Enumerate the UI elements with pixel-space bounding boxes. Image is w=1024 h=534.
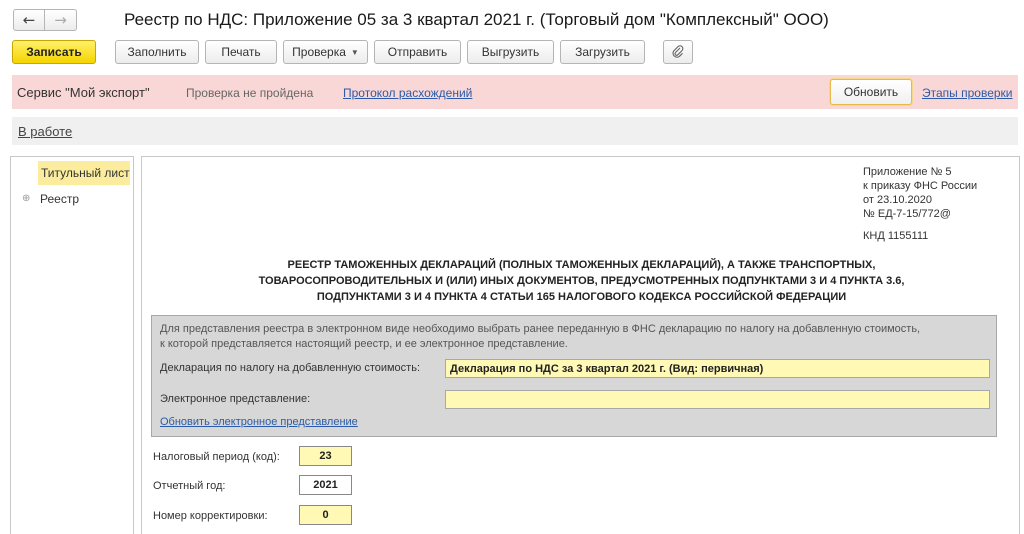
export-button[interactable]: Выгрузить [467, 40, 554, 64]
heading-line: ТОВАРОСОПРОВОДИТЕЛЬНЫХ И (ИЛИ) ИНЫХ ДОКУ… [258, 275, 905, 287]
expand-icon[interactable]: ⊕ [22, 193, 30, 204]
fill-button[interactable]: Заполнить [115, 40, 199, 64]
ref-line: к приказу ФНС России [863, 180, 978, 192]
forward-icon[interactable]: → [45, 9, 77, 31]
knd-code: КНД 1155111 [863, 230, 929, 242]
check-dropdown-button[interactable]: Проверка ▼ [283, 40, 368, 64]
print-button[interactable]: Печать [205, 40, 277, 64]
heading-line: ПОДПУНКТАМИ 3 И 4 ПУНКТА 4 СТАТЬИ 165 НА… [316, 291, 847, 303]
toolbar: Записать Заполнить Печать Проверка ▼ Отп… [0, 40, 1024, 68]
ref-line: от 23.10.2020 [863, 194, 933, 206]
update-eform-link[interactable]: Обновить электронное представление [160, 416, 358, 428]
document-heading: РЕЕСТР ТАМОЖЕННЫХ ДЕКЛАРАЦИЙ (ПОЛНЫХ ТАМ… [142, 257, 1021, 305]
declaration-label: Декларация по налогу на добавленную стои… [160, 362, 420, 374]
title-bar: ← → Реестр по НДС: Приложение 05 за 3 кв… [0, 0, 1024, 40]
note-line: к которой представляется настоящий реест… [160, 338, 568, 350]
navigation-buttons: ← → [13, 9, 77, 31]
document-form: Приложение № 5 к приказу ФНС России от 2… [141, 156, 1020, 534]
sections-panel: Титульный лист ⊕ Реестр [10, 156, 134, 534]
check-stages-link[interactable]: Этапы проверки [922, 86, 1013, 100]
report-year-field[interactable]: 2021 [299, 475, 352, 495]
back-icon[interactable]: ← [13, 9, 45, 31]
chevron-down-icon: ▼ [350, 47, 359, 57]
save-button[interactable]: Записать [12, 40, 96, 64]
sidebar-item-title-page[interactable]: Титульный лист [38, 161, 130, 185]
declaration-field[interactable]: Декларация по НДС за 3 квартал 2021 г. (… [445, 359, 990, 378]
service-name: Сервис "Мой экспорт" [17, 85, 150, 100]
protocol-link[interactable]: Протокол расхождений [343, 86, 472, 100]
refresh-button[interactable]: Обновить [830, 79, 912, 105]
note-line: Для представления реестра в электронном … [160, 323, 921, 335]
instruction-note: Для представления реестра в электронном … [160, 322, 990, 352]
send-button[interactable]: Отправить [374, 40, 461, 64]
sidebar-item-registry[interactable]: Реестр [40, 192, 79, 206]
export-service-banner: Сервис "Мой экспорт" Проверка не пройден… [12, 75, 1018, 109]
report-year-label: Отчетный год: [153, 480, 226, 492]
declaration-selection-box: Для представления реестра в электронном … [151, 315, 997, 437]
load-button[interactable]: Загрузить [560, 40, 645, 64]
ref-line: № ЕД-7-15/772@ [863, 208, 951, 220]
ref-line: Приложение № 5 [863, 166, 952, 178]
correction-number-field[interactable]: 0 [299, 505, 352, 525]
heading-line: РЕЕСТР ТАМОЖЕННЫХ ДЕКЛАРАЦИЙ (ПОЛНЫХ ТАМ… [287, 259, 876, 271]
check-button-label: Проверка [292, 45, 346, 59]
eform-field[interactable] [445, 390, 990, 409]
attach-button[interactable] [663, 40, 693, 64]
work-status-link[interactable]: В работе [18, 124, 72, 139]
window-title: Реестр по НДС: Приложение 05 за 3 кварта… [124, 10, 829, 29]
tax-period-label: Налоговый период (код): [153, 451, 280, 463]
document-reference: Приложение № 5 к приказу ФНС России от 2… [863, 165, 977, 243]
work-status-bar: В работе [12, 117, 1018, 145]
paperclip-icon [672, 45, 684, 58]
tax-period-field[interactable]: 23 [299, 446, 352, 466]
check-status: Проверка не пройдена [186, 86, 314, 100]
correction-number-label: Номер корректировки: [153, 510, 268, 522]
eform-label: Электронное представление: [160, 393, 311, 405]
